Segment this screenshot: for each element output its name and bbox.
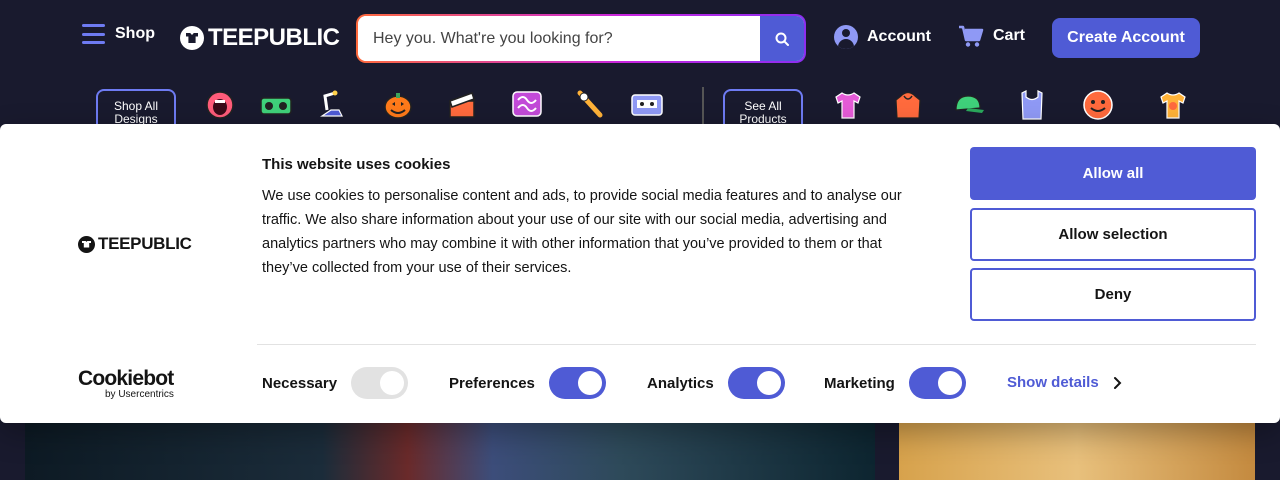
robot-arm-icon[interactable] — [315, 88, 349, 122]
tshirt-logo-icon — [78, 235, 95, 253]
search-input[interactable] — [358, 16, 760, 61]
boombox-icon[interactable] — [259, 88, 293, 122]
logo-text: TEEPUBLIC — [208, 24, 340, 51]
show-details-label: Show details — [1007, 374, 1099, 391]
consent-preferences: Preferences — [449, 367, 606, 399]
analytics-label: Analytics — [647, 374, 714, 392]
cart-icon — [959, 25, 984, 47]
tank-top-icon[interactable] — [1015, 88, 1049, 122]
cookiebot-logo[interactable]: Cookiebot by Usercentrics — [78, 367, 174, 401]
analytics-toggle[interactable] — [727, 367, 785, 399]
hoodie-icon[interactable] — [891, 88, 925, 122]
show-details-link[interactable]: Show details — [1007, 374, 1122, 391]
cart-link[interactable]: Cart — [958, 24, 1025, 48]
search-bar — [356, 14, 806, 63]
search-button[interactable] — [760, 16, 804, 61]
search-icon — [775, 32, 789, 46]
squiggle-monster-icon[interactable] — [510, 88, 544, 122]
shop-label: Shop — [115, 25, 155, 42]
preferences-label: Preferences — [449, 374, 535, 392]
consent-analytics: Analytics — [647, 367, 785, 399]
cookie-divider — [257, 344, 1256, 345]
preferences-toggle[interactable] — [548, 367, 606, 399]
hero-banner-image[interactable] — [25, 420, 875, 480]
cookie-description: We use cookies to personalise content an… — [262, 188, 902, 276]
tshirt-logo-icon — [180, 26, 204, 50]
necessary-toggle — [351, 367, 409, 399]
kids-tshirt-icon[interactable] — [1156, 88, 1190, 122]
cookie-title: This website uses cookies — [262, 156, 451, 173]
chevron-right-icon — [1113, 376, 1122, 389]
jack-o-lantern-icon[interactable] — [381, 88, 415, 122]
cassette-tape-icon[interactable] — [630, 88, 664, 122]
cookiebot-name: Cookiebot — [78, 367, 174, 390]
site-logo[interactable]: TEEPUBLIC — [180, 24, 340, 52]
tshirt-icon[interactable] — [831, 88, 865, 122]
create-account-button[interactable]: Create Account — [1052, 18, 1200, 58]
cookie-consent-dialog: TEEPUBLIC This website uses cookies We u… — [0, 124, 1280, 423]
deny-button[interactable]: Deny — [970, 268, 1256, 321]
clapperboard-icon[interactable] — [445, 88, 479, 122]
account-label: Account — [867, 28, 931, 45]
account-link[interactable]: Account — [834, 25, 931, 49]
allow-selection-button[interactable]: Allow selection — [970, 208, 1256, 261]
consent-necessary: Necessary — [262, 367, 409, 399]
strip-divider — [702, 87, 704, 127]
cart-label: Cart — [993, 27, 1026, 44]
site-header: Shop TEEPUBLIC Account Cart Create Accou… — [0, 0, 1280, 76]
consent-marketing: Marketing — [824, 367, 966, 399]
allow-all-button[interactable]: Allow all — [970, 147, 1256, 200]
cookie-logo-text: TEEPUBLIC — [98, 234, 192, 253]
hamburger-icon — [82, 24, 105, 44]
necessary-label: Necessary — [262, 374, 338, 392]
baseball-bat-icon[interactable] — [574, 88, 608, 122]
sticker-icon[interactable] — [1081, 88, 1115, 122]
promo-banner-image[interactable] — [899, 420, 1255, 480]
cookie-dialog-logo: TEEPUBLIC — [78, 234, 192, 254]
cap-icon[interactable] — [951, 88, 985, 122]
user-icon — [834, 25, 858, 49]
marketing-label: Marketing — [824, 374, 895, 392]
shop-menu-button[interactable]: Shop — [82, 24, 155, 44]
marketing-toggle[interactable] — [908, 367, 966, 399]
screaming-mouth-icon[interactable] — [203, 88, 237, 122]
cookiebot-sub: by Usercentrics — [105, 389, 174, 400]
